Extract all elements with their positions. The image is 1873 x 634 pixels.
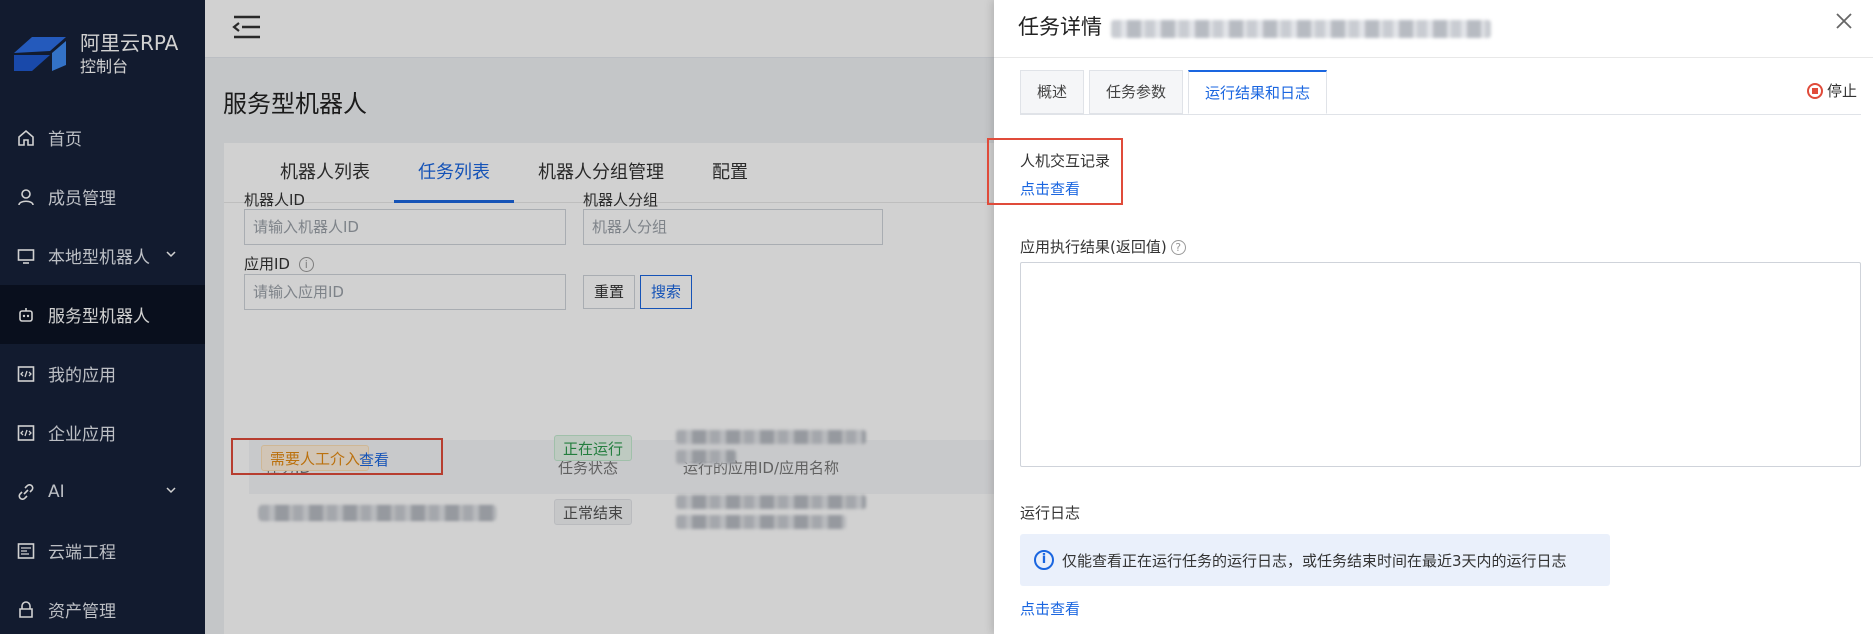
- log-info-text: 仅能查看正在运行任务的运行日志，或任务结束时间在最近3天内的运行日志: [1062, 551, 1567, 570]
- task-id-redacted: [1111, 20, 1491, 38]
- result-title-text: 应用执行结果(返回值): [1020, 238, 1167, 256]
- stop-icon: [1806, 82, 1823, 99]
- result-output-box[interactable]: [1020, 262, 1861, 467]
- tab-overview[interactable]: 概述: [1020, 70, 1085, 114]
- drawer-header: 任务详情: [994, 0, 1873, 58]
- task-detail-drawer: 任务详情 概述 任务参数 运行结果和日志 停止 人机交互记录 点击查看 应用执行…: [987, 0, 1873, 634]
- tab-run-results-logs[interactable]: 运行结果和日志: [1188, 70, 1328, 114]
- log-view-link[interactable]: 点击查看: [1020, 598, 1080, 619]
- stop-label: 停止: [1826, 82, 1857, 100]
- help-icon[interactable]: ?: [1170, 240, 1186, 255]
- drawer-title: 任务详情: [1018, 15, 1102, 39]
- run-log-title: 运行日志: [1020, 504, 1081, 522]
- tab-divider: [1020, 114, 1861, 115]
- stop-button[interactable]: 停止: [1806, 80, 1857, 101]
- info-icon: i: [1034, 550, 1054, 570]
- log-info-alert: i 仅能查看正在运行任务的运行日志，或任务结束时间在最近3天内的运行日志: [1020, 534, 1610, 586]
- highlight-box: [987, 138, 1123, 205]
- close-icon[interactable]: [1833, 10, 1855, 32]
- modal-overlay[interactable]: [0, 0, 994, 634]
- result-title: 应用执行结果(返回值)?: [1020, 236, 1186, 257]
- drawer-tabs: 概述 任务参数 运行结果和日志: [1020, 70, 1332, 114]
- tab-task-params[interactable]: 任务参数: [1089, 70, 1184, 114]
